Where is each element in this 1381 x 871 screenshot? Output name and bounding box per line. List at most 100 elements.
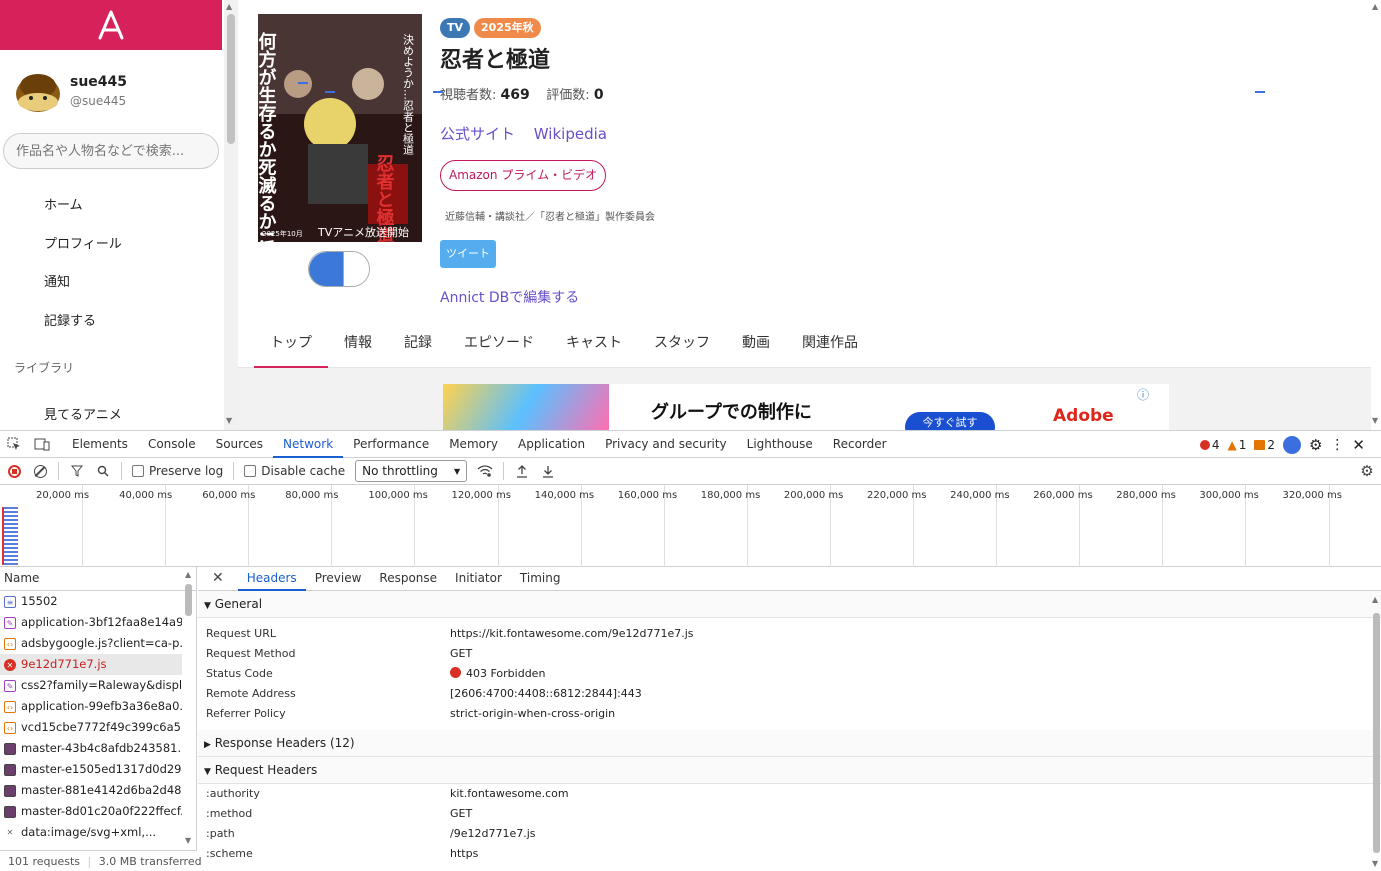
sidebar-item-home[interactable]: ホーム — [44, 196, 122, 235]
request-row[interactable]: ‹› vcd15cbe7772f49c399c6a5... — [0, 717, 182, 738]
status-code-value[interactable]: 403 Forbidden — [450, 664, 545, 684]
warning-counter[interactable]: ▲ 1 — [1227, 438, 1246, 452]
vod-button[interactable]: Amazon プライム・ビデオ — [440, 160, 607, 191]
tab-videos[interactable]: 動画 — [726, 320, 786, 368]
header-value[interactable]: https — [450, 844, 478, 864]
request-row[interactable]: ✕ 9e12d771e7.js — [0, 654, 182, 675]
edit-annict-db-link[interactable]: Annict DBで編集する — [440, 287, 579, 307]
disable-cache-checkbox[interactable]: Disable cache — [244, 464, 345, 478]
sidebar-item-watching[interactable]: 見てるアニメ — [44, 404, 122, 423]
tab-response[interactable]: Response — [370, 566, 446, 591]
filter-icon[interactable] — [69, 463, 85, 479]
clear-icon[interactable] — [32, 463, 48, 479]
record-stop-icon[interactable] — [6, 463, 22, 479]
import-har-icon[interactable] — [514, 463, 530, 479]
tab-info[interactable]: 情報 — [328, 320, 388, 368]
tab-timing[interactable]: Timing — [511, 566, 570, 591]
request-row[interactable]: master-881e4142d6ba2d48... — [0, 780, 182, 801]
sidebar-item-record[interactable]: 記録する — [44, 312, 122, 351]
ad-cta-button[interactable]: 今すぐ試す — [905, 412, 995, 430]
request-row[interactable]: ✎ application-3bf12faa8e14a9... — [0, 612, 182, 633]
scrollbar-thumb[interactable] — [1373, 613, 1380, 853]
request-headers-section-header[interactable]: ▼ Request Headers — [198, 757, 1381, 784]
sidebar-item-profile[interactable]: プロフィール — [44, 235, 122, 274]
ad-info-icon[interactable]: ⓘ — [1137, 386, 1149, 403]
request-row[interactable]: ✕ data:image/svg+xml,... — [0, 822, 182, 843]
device-toolbar-icon[interactable] — [34, 436, 50, 452]
scroll-up-icon[interactable]: ▲ — [1372, 595, 1378, 604]
tab-initiator[interactable]: Initiator — [446, 566, 511, 591]
error-counter[interactable]: 4 — [1199, 438, 1219, 452]
tab-performance[interactable]: Performance — [343, 431, 439, 458]
scroll-up-icon[interactable]: ▲ — [185, 570, 191, 579]
tab-recorder[interactable]: Recorder — [823, 431, 897, 458]
header-value[interactable]: GET — [450, 644, 472, 664]
detail-scrollbar[interactable]: ▲ ▼ — [1371, 591, 1381, 871]
avatar[interactable] — [13, 66, 63, 116]
request-row[interactable]: master-43b4c8afdb243581... — [0, 738, 182, 759]
tab-top[interactable]: トップ — [254, 320, 328, 368]
export-har-icon[interactable] — [540, 463, 556, 479]
network-settings-gear-icon[interactable]: ⚙ — [1359, 462, 1375, 480]
tab-cast[interactable]: キャスト — [550, 320, 638, 368]
request-row[interactable]: ✎ css2?family=Raleway&displ... — [0, 675, 182, 696]
network-conditions-icon[interactable] — [477, 463, 493, 479]
season-badge[interactable]: 2025年秋 — [474, 18, 541, 38]
scroll-down-icon[interactable]: ▼ — [226, 416, 232, 425]
header-value[interactable]: GET — [450, 804, 472, 824]
scroll-down-icon[interactable]: ▼ — [1372, 416, 1378, 425]
scroll-down-icon[interactable]: ▼ — [1372, 859, 1378, 868]
name-column-header[interactable]: Name — [0, 566, 196, 591]
tab-records[interactable]: 記録 — [388, 320, 448, 368]
close-devtools-icon[interactable]: ✕ — [1352, 436, 1365, 454]
request-row[interactable]: ‹› adsbygoogle.js?client=ca-p... — [0, 633, 182, 654]
tab-memory[interactable]: Memory — [439, 431, 508, 458]
tab-console[interactable]: Console — [138, 431, 206, 458]
annict-logo[interactable] — [0, 0, 222, 50]
request-row[interactable]: ‹› application-99efb3a36e8a0... — [0, 696, 182, 717]
settings-gear-icon[interactable]: ⚙ — [1309, 436, 1322, 454]
tab-preview[interactable]: Preview — [306, 566, 371, 591]
ad-banner[interactable]: グループでの制作に 今すぐ試す Adobe ⓘ — [443, 384, 1169, 430]
scroll-up-icon[interactable]: ▲ — [226, 2, 232, 11]
official-site-link[interactable]: 公式サイト — [440, 125, 515, 143]
more-options-icon[interactable]: ⋮ — [1330, 437, 1344, 453]
sidebar-scrollbar[interactable]: ▲ ▼ — [224, 0, 238, 430]
scrollbar-thumb[interactable] — [185, 584, 192, 616]
header-value[interactable]: strict-origin-when-cross-origin — [450, 704, 615, 724]
tab-network[interactable]: Network — [273, 431, 344, 458]
request-list-scrollbar[interactable]: ▲ ▼ — [183, 566, 195, 850]
network-overview-timeline[interactable]: 20,000 ms 40,000 ms 60,000 ms 80,000 ms 100,… — [0, 82, 1381, 567]
tab-related[interactable]: 関連作品 — [786, 320, 874, 368]
issues-counter[interactable]: 2 — [1254, 438, 1275, 452]
sidebar-item-notifications[interactable]: 通知 — [44, 273, 122, 312]
tab-staff[interactable]: スタッフ — [638, 320, 726, 368]
scroll-down-icon[interactable]: ▼ — [185, 836, 191, 845]
throttling-select[interactable]: No throttling ▼ — [355, 460, 468, 482]
user-profile[interactable]: sue445 @sue445 — [13, 66, 127, 116]
wikipedia-link[interactable]: Wikipedia — [534, 125, 607, 143]
general-section-header[interactable]: ▼ General — [198, 591, 1381, 618]
page-scrollbar[interactable]: ▲ ▼ — [1371, 0, 1381, 430]
header-value[interactable]: [2606:4700:4408::6812:2844]:443 — [450, 684, 642, 704]
header-value[interactable]: kit.fontawesome.com — [450, 784, 569, 804]
work-poster[interactable]: 決めようか…忍者と極道 何方が生存るか死滅るか!!! 忍者と極道 TVアニメ放送… — [258, 14, 422, 242]
close-icon[interactable]: ✕ — [212, 570, 224, 586]
tab-headers[interactable]: Headers — [237, 566, 306, 591]
preserve-log-checkbox[interactable]: Preserve log — [132, 464, 223, 478]
tab-elements[interactable]: Elements — [62, 431, 138, 458]
request-row[interactable]: master-8d01c20a0f222ffecf... — [0, 801, 182, 822]
header-value[interactable]: https://kit.fontawesome.com/9e12d771e7.j… — [450, 624, 694, 644]
inspect-element-icon[interactable] — [6, 436, 22, 452]
request-row[interactable]: master-e1505ed1317d0d29... — [0, 759, 182, 780]
tab-application[interactable]: Application — [508, 431, 595, 458]
tab-privacy-security[interactable]: Privacy and security — [595, 431, 737, 458]
scrollbar-thumb[interactable] — [227, 14, 235, 144]
search-input[interactable] — [3, 133, 219, 169]
tab-sources[interactable]: Sources — [206, 431, 273, 458]
search-icon[interactable] — [95, 463, 111, 479]
tab-episodes[interactable]: エピソード — [448, 320, 550, 368]
request-row[interactable]: ≡ 15502 — [0, 591, 182, 612]
tweet-button[interactable]: ツイート — [440, 240, 496, 268]
scroll-up-icon[interactable]: ▲ — [1372, 2, 1378, 11]
